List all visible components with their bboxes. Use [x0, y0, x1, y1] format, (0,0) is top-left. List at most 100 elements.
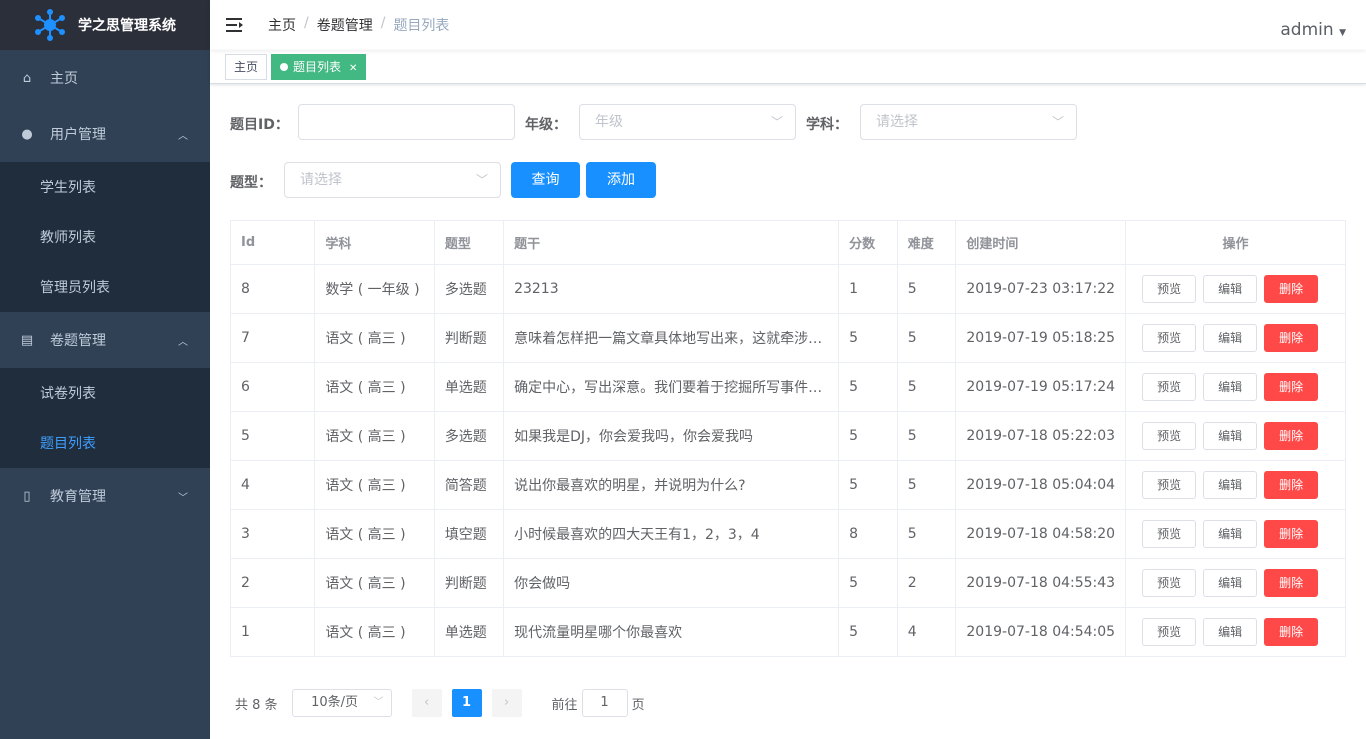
- delete-button[interactable]: 删除: [1264, 422, 1319, 450]
- actions-cell: 预览 编辑 删除: [1125, 264, 1346, 314]
- table-cell: 5: [896, 313, 957, 363]
- preview-button[interactable]: 预览: [1142, 618, 1197, 646]
- table-row: 6语文 ( 高三 )单选题确定中心，写出深意。我们要着于挖掘所写事件的深刻意义5…: [229, 362, 1346, 412]
- table-cell: 多选题: [433, 264, 505, 314]
- goto-label: 前往: [551, 697, 578, 713]
- tag-question-list[interactable]: 题目列表 ✕: [271, 53, 367, 80]
- sidebar-item-home[interactable]: ⌂ 主页: [0, 50, 210, 106]
- edit-button[interactable]: 编辑: [1203, 618, 1258, 646]
- table-cell: 6: [229, 362, 316, 412]
- logo[interactable]: 学之思管理系统: [0, 0, 210, 50]
- delete-button[interactable]: 删除: [1264, 520, 1319, 548]
- table-cell: 现代流量明星哪个你最喜欢: [503, 607, 840, 657]
- grade-placeholder: 年级: [595, 114, 623, 130]
- total-count: 共 8 条: [235, 697, 278, 713]
- table-cell: 4: [229, 460, 316, 510]
- column-header: 创建时间: [955, 220, 1127, 265]
- chevron-down-icon: ﹀: [178, 492, 188, 504]
- table-cell: 2019-07-18 05:04:04: [955, 460, 1127, 510]
- delete-button[interactable]: 删除: [1264, 569, 1319, 597]
- navbar: 主页 / 卷题管理 / 题目列表 admin ▼: [210, 0, 1366, 50]
- table-cell: 语文 ( 高三 ): [314, 313, 435, 363]
- home-icon: ⌂: [22, 70, 32, 86]
- goto-page-input[interactable]: 1: [581, 689, 628, 717]
- sidebar-item-paper-list[interactable]: 试卷列表: [0, 368, 210, 418]
- table-cell: 语文 ( 高三 ): [314, 362, 435, 412]
- delete-button[interactable]: 删除: [1264, 373, 1319, 401]
- grade-select[interactable]: 年级 ﹀: [579, 104, 796, 140]
- table-cell: 语文 ( 高三 ): [314, 607, 435, 657]
- query-button[interactable]: 查询: [511, 162, 580, 198]
- preview-button[interactable]: 预览: [1142, 422, 1197, 450]
- breadcrumb-home[interactable]: 主页: [268, 15, 296, 35]
- preview-button[interactable]: 预览: [1142, 569, 1197, 597]
- table-cell: 8: [838, 509, 898, 559]
- table-cell: 判断题: [433, 313, 505, 363]
- chevron-down-icon: ﹀: [770, 115, 783, 129]
- actions-cell: 预览 编辑 删除: [1125, 558, 1346, 608]
- table-cell: 5: [896, 509, 957, 559]
- user-icon: ●: [21, 126, 33, 142]
- prev-page-button[interactable]: ‹: [411, 689, 442, 717]
- column-header: 题型: [433, 220, 505, 265]
- add-button[interactable]: 添加: [586, 162, 656, 198]
- page-number-1[interactable]: 1: [451, 689, 482, 717]
- edit-button[interactable]: 编辑: [1203, 569, 1258, 597]
- edit-button[interactable]: 编辑: [1203, 275, 1258, 303]
- preview-button[interactable]: 预览: [1142, 471, 1197, 499]
- edit-button[interactable]: 编辑: [1203, 471, 1258, 499]
- table-cell: 5: [838, 558, 898, 608]
- sidebar-item-teacher-list[interactable]: 教师列表: [0, 212, 210, 262]
- chevron-up-icon: ︿: [178, 336, 188, 348]
- subject-label: 学科：: [806, 117, 848, 133]
- sidebar-item-education-management[interactable]: ▯ 教育管理 ﹀: [0, 468, 210, 524]
- table-cell: 5: [838, 411, 898, 461]
- edit-button[interactable]: 编辑: [1203, 520, 1258, 548]
- preview-button[interactable]: 预览: [1142, 275, 1197, 303]
- question-id-input[interactable]: [298, 104, 515, 140]
- table-cell: 2: [229, 558, 316, 608]
- sidebar-item-user-management[interactable]: ● 用户管理 ︿: [0, 106, 210, 162]
- sidebar-item-student-list[interactable]: 学生列表: [0, 162, 210, 212]
- delete-button[interactable]: 删除: [1264, 618, 1319, 646]
- sidebar-item-exam-management[interactable]: ▤ 卷题管理 ︿: [0, 312, 210, 368]
- column-header: 题干: [503, 220, 840, 265]
- delete-button[interactable]: 删除: [1264, 275, 1319, 303]
- sidebar-item-admin-list[interactable]: 管理员列表: [0, 262, 210, 312]
- edit-button[interactable]: 编辑: [1203, 324, 1258, 352]
- table-cell: 单选题: [433, 362, 505, 412]
- chevron-down-icon: ﹀: [475, 173, 488, 187]
- edit-button[interactable]: 编辑: [1203, 373, 1258, 401]
- table-cell: 填空题: [433, 509, 505, 559]
- close-icon[interactable]: ✕: [349, 63, 357, 74]
- tag-home[interactable]: 主页: [225, 53, 268, 80]
- chevron-down-icon: ﹀: [1051, 115, 1064, 129]
- delete-button[interactable]: 删除: [1264, 471, 1319, 499]
- preview-button[interactable]: 预览: [1142, 324, 1197, 352]
- preview-button[interactable]: 预览: [1142, 373, 1197, 401]
- page-size-select[interactable]: 10条/页 ﹀: [291, 689, 392, 717]
- table-cell: 5: [896, 362, 957, 412]
- table-cell: 3: [229, 509, 316, 559]
- next-page-button[interactable]: ›: [491, 689, 522, 717]
- table-row: 4 语文 ( 高三 ) 简答题 说出你最喜欢的明星，并说明为什么? 5 5 2019-07-…: [229, 460, 1346, 510]
- breadcrumb-exam-management[interactable]: 卷题管理: [317, 15, 373, 35]
- app-title: 学之思管理系统: [78, 18, 176, 34]
- subject-select[interactable]: 请选择 ﹀: [860, 104, 1077, 140]
- table-cell: 你会做吗: [503, 558, 840, 608]
- user-menu[interactable]: admin ▼: [1280, 20, 1346, 40]
- table-cell: 简答题: [433, 460, 505, 510]
- table-row: 3 语文 ( 高三 ) 填空题 小时候最喜欢的四大天王有1，2，3，4 8 5 2019-0…: [229, 509, 1346, 559]
- table-cell: 5: [896, 411, 957, 461]
- table-cell: 1: [838, 264, 898, 314]
- sidebar-item-question-list[interactable]: 题目列表: [0, 418, 210, 468]
- table-cell: 判断题: [433, 558, 505, 608]
- sidebar-item-label: 卷题管理: [50, 333, 106, 349]
- table-row: 1 语文 ( 高三 ) 单选题 现代流量明星哪个你最喜欢 5 4 2019-07-18 04…: [229, 607, 1346, 657]
- table-cell: 5: [229, 411, 316, 461]
- preview-button[interactable]: 预览: [1142, 520, 1197, 548]
- hamburger-icon[interactable]: [226, 17, 244, 33]
- question-type-select[interactable]: 请选择 ﹀: [284, 162, 501, 198]
- delete-button[interactable]: 删除: [1264, 324, 1319, 352]
- edit-button[interactable]: 编辑: [1203, 422, 1258, 450]
